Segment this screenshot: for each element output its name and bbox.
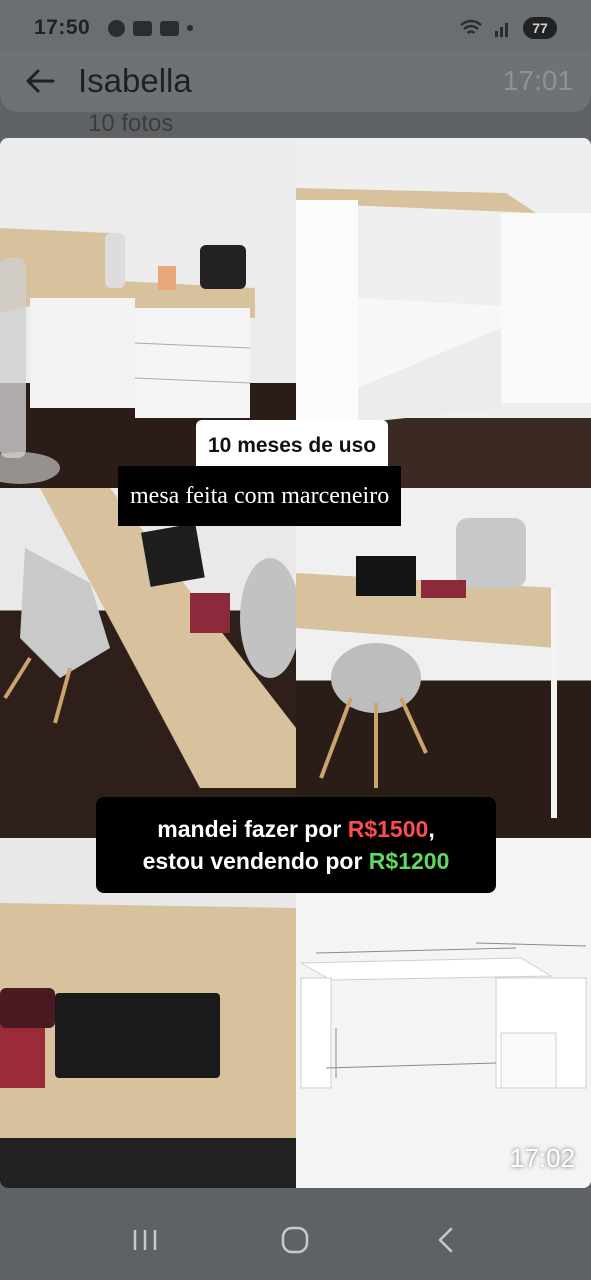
status-right: 77: [459, 17, 557, 39]
price-line-1-text: mandei fazer por: [157, 816, 348, 842]
system-nav-bar: [0, 1200, 591, 1280]
back-button[interactable]: [10, 51, 70, 111]
original-price: R$1500: [347, 816, 429, 842]
header-time: 17:01: [502, 65, 573, 96]
youtube-icon: [160, 20, 180, 36]
back-arrow-icon: [26, 69, 55, 93]
recent-apps-icon: [133, 1230, 157, 1250]
chrome-icon: [108, 19, 126, 37]
screen: 17:50 77 Isabella 17:01 10 fotos 10 mese…: [0, 0, 591, 1280]
description-caption: mesa feita com marceneiro: [118, 466, 402, 526]
nav-back-icon: [438, 1227, 453, 1253]
price-line-1-suffix: ,: [428, 816, 435, 842]
chat-header: Isabella 17:01: [0, 50, 591, 112]
home-icon: [282, 1226, 309, 1254]
photo-panel-desk-laptop: [296, 488, 591, 838]
signal-icon: [495, 23, 508, 37]
recent-apps-button[interactable]: [115, 1210, 175, 1270]
price-line-1: mandei fazer por R$1500,: [157, 813, 434, 845]
notification-icons: [108, 19, 194, 37]
wifi-icon: [460, 19, 482, 34]
photo-count: 10 fotos: [88, 110, 174, 136]
price-line-2-text: estou vendendo por: [142, 848, 369, 874]
more-dot-icon: [187, 25, 194, 31]
contact-name[interactable]: Isabella: [78, 62, 192, 100]
home-button[interactable]: [265, 1210, 325, 1270]
photo-viewer[interactable]: 10 meses de uso mesa feita com marceneir…: [0, 138, 591, 1188]
selling-price: R$1200: [368, 848, 450, 874]
photo-panel-long-desk: [0, 488, 296, 838]
app-icon: [133, 20, 153, 36]
nav-back-button[interactable]: [416, 1210, 476, 1270]
photo-timestamp: 17:02: [509, 1143, 575, 1173]
status-bar: 17:50 77: [0, 0, 591, 56]
price-caption: mandei fazer por R$1500, estou vendendo …: [96, 797, 496, 893]
price-line-2: estou vendendo por R$1200: [143, 845, 450, 877]
status-time: 17:50: [34, 16, 91, 39]
usage-caption: 10 meses de uso: [196, 420, 389, 472]
battery-indicator: 77: [523, 17, 557, 39]
